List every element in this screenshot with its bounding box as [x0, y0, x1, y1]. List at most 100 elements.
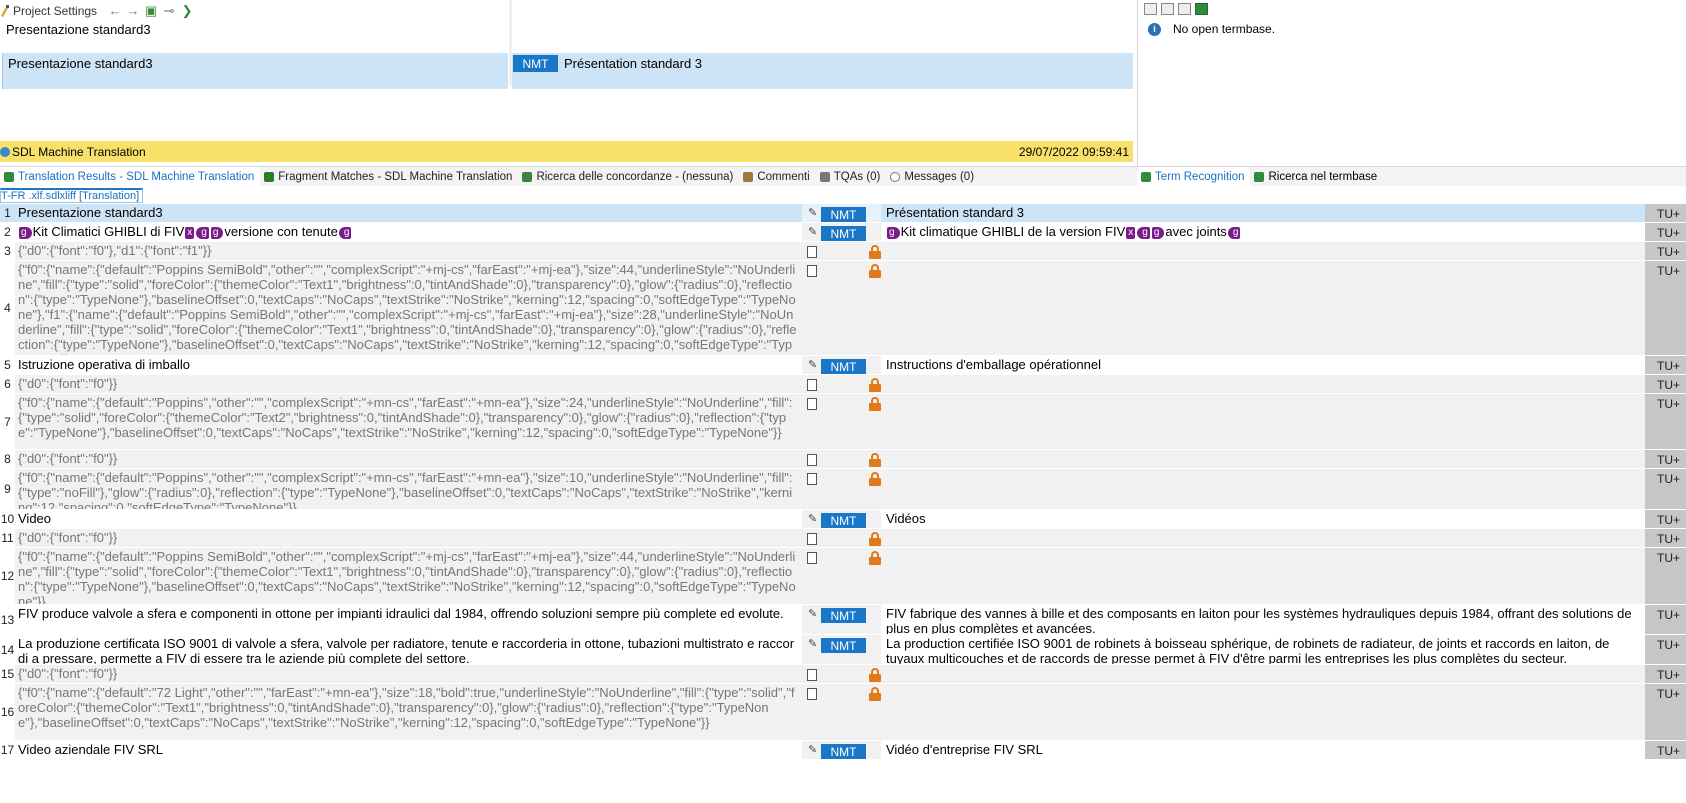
arrow-right-icon[interactable]: → [125, 3, 141, 19]
segment-status: ✎ NMT [802, 635, 881, 664]
termbase-list-icon[interactable] [1161, 3, 1174, 15]
segment-number: 13 [0, 605, 15, 634]
segment-row[interactable]: 6 {"d0":{"font":"f0"}} TU+ [0, 375, 1686, 393]
segment-row[interactable]: 9 {"f0":{"name":{"default":"Poppins","ot… [0, 469, 1686, 509]
segment-target[interactable] [881, 450, 1645, 468]
term-recognition-icon [1141, 171, 1151, 182]
translation-result-row[interactable]: Presentazione standard3 NMT Présentation… [0, 53, 1133, 89]
tag-x[interactable]: x [185, 227, 195, 239]
segment-row[interactable]: 15 {"d0":{"font":"f0"}} TU+ [0, 665, 1686, 683]
segment-row[interactable]: 12 {"f0":{"name":{"default":"Poppins Sem… [0, 548, 1686, 604]
segment-target[interactable] [881, 469, 1645, 509]
pencil-icon: ✎ [808, 513, 818, 525]
tu-status: TU+ [1645, 469, 1686, 509]
segment-target[interactable] [881, 375, 1645, 393]
tab-tqas[interactable]: TQAs (0) [816, 167, 887, 187]
segment-row[interactable]: 17 Video aziendale FIV SRL ✎ NMT Vidéo d… [0, 741, 1686, 759]
segment-row[interactable]: 5 Istruzione operativa di imballo ✎ NMT … [0, 356, 1686, 374]
segment-status: ✎ NMT [802, 223, 881, 241]
segment-row[interactable]: 14 La produzione certificata ISO 9001 di… [0, 635, 1686, 664]
segment-row[interactable]: 13 FIV produce valvole a sfera e compone… [0, 605, 1686, 634]
segment-target[interactable]: La production certifiée ISO 9001 de robi… [881, 635, 1645, 664]
tu-status: TU+ [1645, 741, 1686, 759]
tag-g-close[interactable]: g [338, 227, 352, 239]
segment-target[interactable]: Vidéos [881, 510, 1645, 528]
document-tab[interactable]: T-FR .xlf.sdlxliff [Translation] [0, 188, 144, 203]
segment-row[interactable]: 7 {"f0":{"name":{"default":"Poppins","ot… [0, 394, 1686, 449]
segment-target[interactable]: g Kit climatique GHIBLI de la version FIV… [881, 223, 1645, 241]
segment-row[interactable]: 10 Video ✎ NMT Vidéos TU+ [0, 510, 1686, 528]
project-settings-icon[interactable] [0, 4, 10, 17]
lock-icon [869, 472, 881, 486]
globe-icon [0, 146, 10, 157]
segment-row[interactable]: 16 {"f0":{"name":{"default":"72 Light","… [0, 684, 1686, 740]
tab-termbase-search[interactable]: Ricerca nel termbase [1250, 167, 1383, 187]
segment-row[interactable]: 4 {"f0":{"name":{"default":"Poppins Semi… [0, 261, 1686, 355]
project-settings-label[interactable]: Project Settings [13, 4, 97, 18]
nmt-badge: NMT [821, 226, 866, 241]
termbase-settings-icon[interactable] [1178, 3, 1191, 15]
segment-source: {"d0":{"font":"f0"}} [15, 665, 802, 683]
document-icon [807, 552, 817, 564]
tab-translation-results[interactable]: Translation Results - SDL Machine Transl… [0, 166, 261, 187]
result-target-text: Présentation standard 3 [558, 53, 1133, 89]
results-toolbar: Project Settings ← → ▣ ⊸ ❯ [0, 0, 1135, 21]
apply-translation-icon[interactable]: ▣ [143, 3, 159, 19]
segment-number: 1 [0, 204, 15, 222]
arrow-left-icon[interactable]: ← [107, 3, 123, 19]
segment-target[interactable]: Instructions d'emballage opérationnel [881, 356, 1645, 374]
tag-g-open[interactable]: g [887, 227, 900, 239]
segment-source: Video [15, 510, 802, 528]
segment-target[interactable] [881, 684, 1645, 740]
filter-icon[interactable]: ⊸ [161, 3, 177, 19]
tag-x[interactable]: x [1126, 227, 1136, 239]
segment-target[interactable] [881, 529, 1645, 547]
termbase-add-icon[interactable] [1195, 3, 1208, 15]
segment-target[interactable] [881, 665, 1645, 683]
tag-g-open[interactable]: g [210, 227, 224, 239]
segment-target[interactable] [881, 242, 1645, 260]
tag-g-close[interactable]: g [196, 227, 209, 239]
segment-target[interactable]: FIV fabrique des vannes à bille et des c… [881, 605, 1645, 634]
result-column-divider [509, 0, 512, 87]
segment-source: Presentazione standard3 [15, 204, 802, 222]
tab-concordance-search[interactable]: Ricerca delle concordanze - (nessuna) [518, 167, 739, 187]
tag-g-open[interactable]: g [1151, 227, 1165, 239]
segment-target[interactable] [881, 394, 1645, 449]
segment-status: ✎ NMT [802, 204, 881, 222]
tab-term-recognition[interactable]: Term Recognition [1137, 166, 1251, 187]
result-status-bar: SDL Machine Translation 29/07/2022 09:59… [0, 141, 1133, 162]
segment-status [802, 242, 881, 260]
segment-target[interactable]: Présentation standard 3 [881, 204, 1645, 222]
segment-status: ✎ NMT [802, 510, 881, 528]
tab-messages[interactable]: Messages (0) [886, 167, 980, 187]
document-icon [807, 246, 817, 258]
segment-row[interactable]: 8 {"d0":{"font":"f0"}} TU+ [0, 450, 1686, 468]
comments-icon [743, 171, 754, 182]
tag-g-open[interactable]: g [19, 227, 32, 239]
segment-number: 12 [0, 548, 15, 604]
segment-target[interactable]: Vidéo d'entreprise FIV SRL [881, 741, 1645, 759]
messages-icon [890, 171, 901, 182]
segment-row[interactable]: 2 g Kit Climatici GHIBLI di FIV x g g version… [0, 223, 1686, 241]
segment-source: Video aziendale FIV SRL [15, 741, 802, 759]
segment-row[interactable]: 3 {"d0":{"font":"f0"},"d1":{"font":"f1"}… [0, 242, 1686, 260]
spelling-error[interactable]: multicouches [928, 651, 1004, 664]
segment-target[interactable] [881, 548, 1645, 604]
lock-icon [869, 551, 881, 565]
tab-fragment-matches[interactable]: Fragment Matches - SDL Machine Translati… [260, 167, 518, 187]
segment-number: 11 [0, 529, 15, 547]
segment-source: Istruzione operativa di imballo [15, 356, 802, 374]
chevron-right-icon[interactable]: ❯ [179, 3, 195, 19]
segment-status [802, 450, 881, 468]
segment-source: {"d0":{"font":"f0"},"d1":{"font":"f1"}} [15, 242, 802, 260]
segment-row[interactable]: 11 {"d0":{"font":"f0"}} TU+ [0, 529, 1686, 547]
segment-row[interactable]: 1 Presentazione standard3 ✎ NMT Présenta… [0, 204, 1686, 222]
tab-comments[interactable]: Commenti [739, 167, 815, 187]
termbase-view-icon[interactable] [1144, 3, 1157, 15]
segment-target[interactable] [881, 261, 1645, 355]
tag-g-close[interactable]: g [1227, 227, 1241, 239]
segment-number: 10 [0, 510, 15, 528]
tag-g-close[interactable]: g [1137, 227, 1150, 239]
tqa-icon [819, 171, 830, 182]
